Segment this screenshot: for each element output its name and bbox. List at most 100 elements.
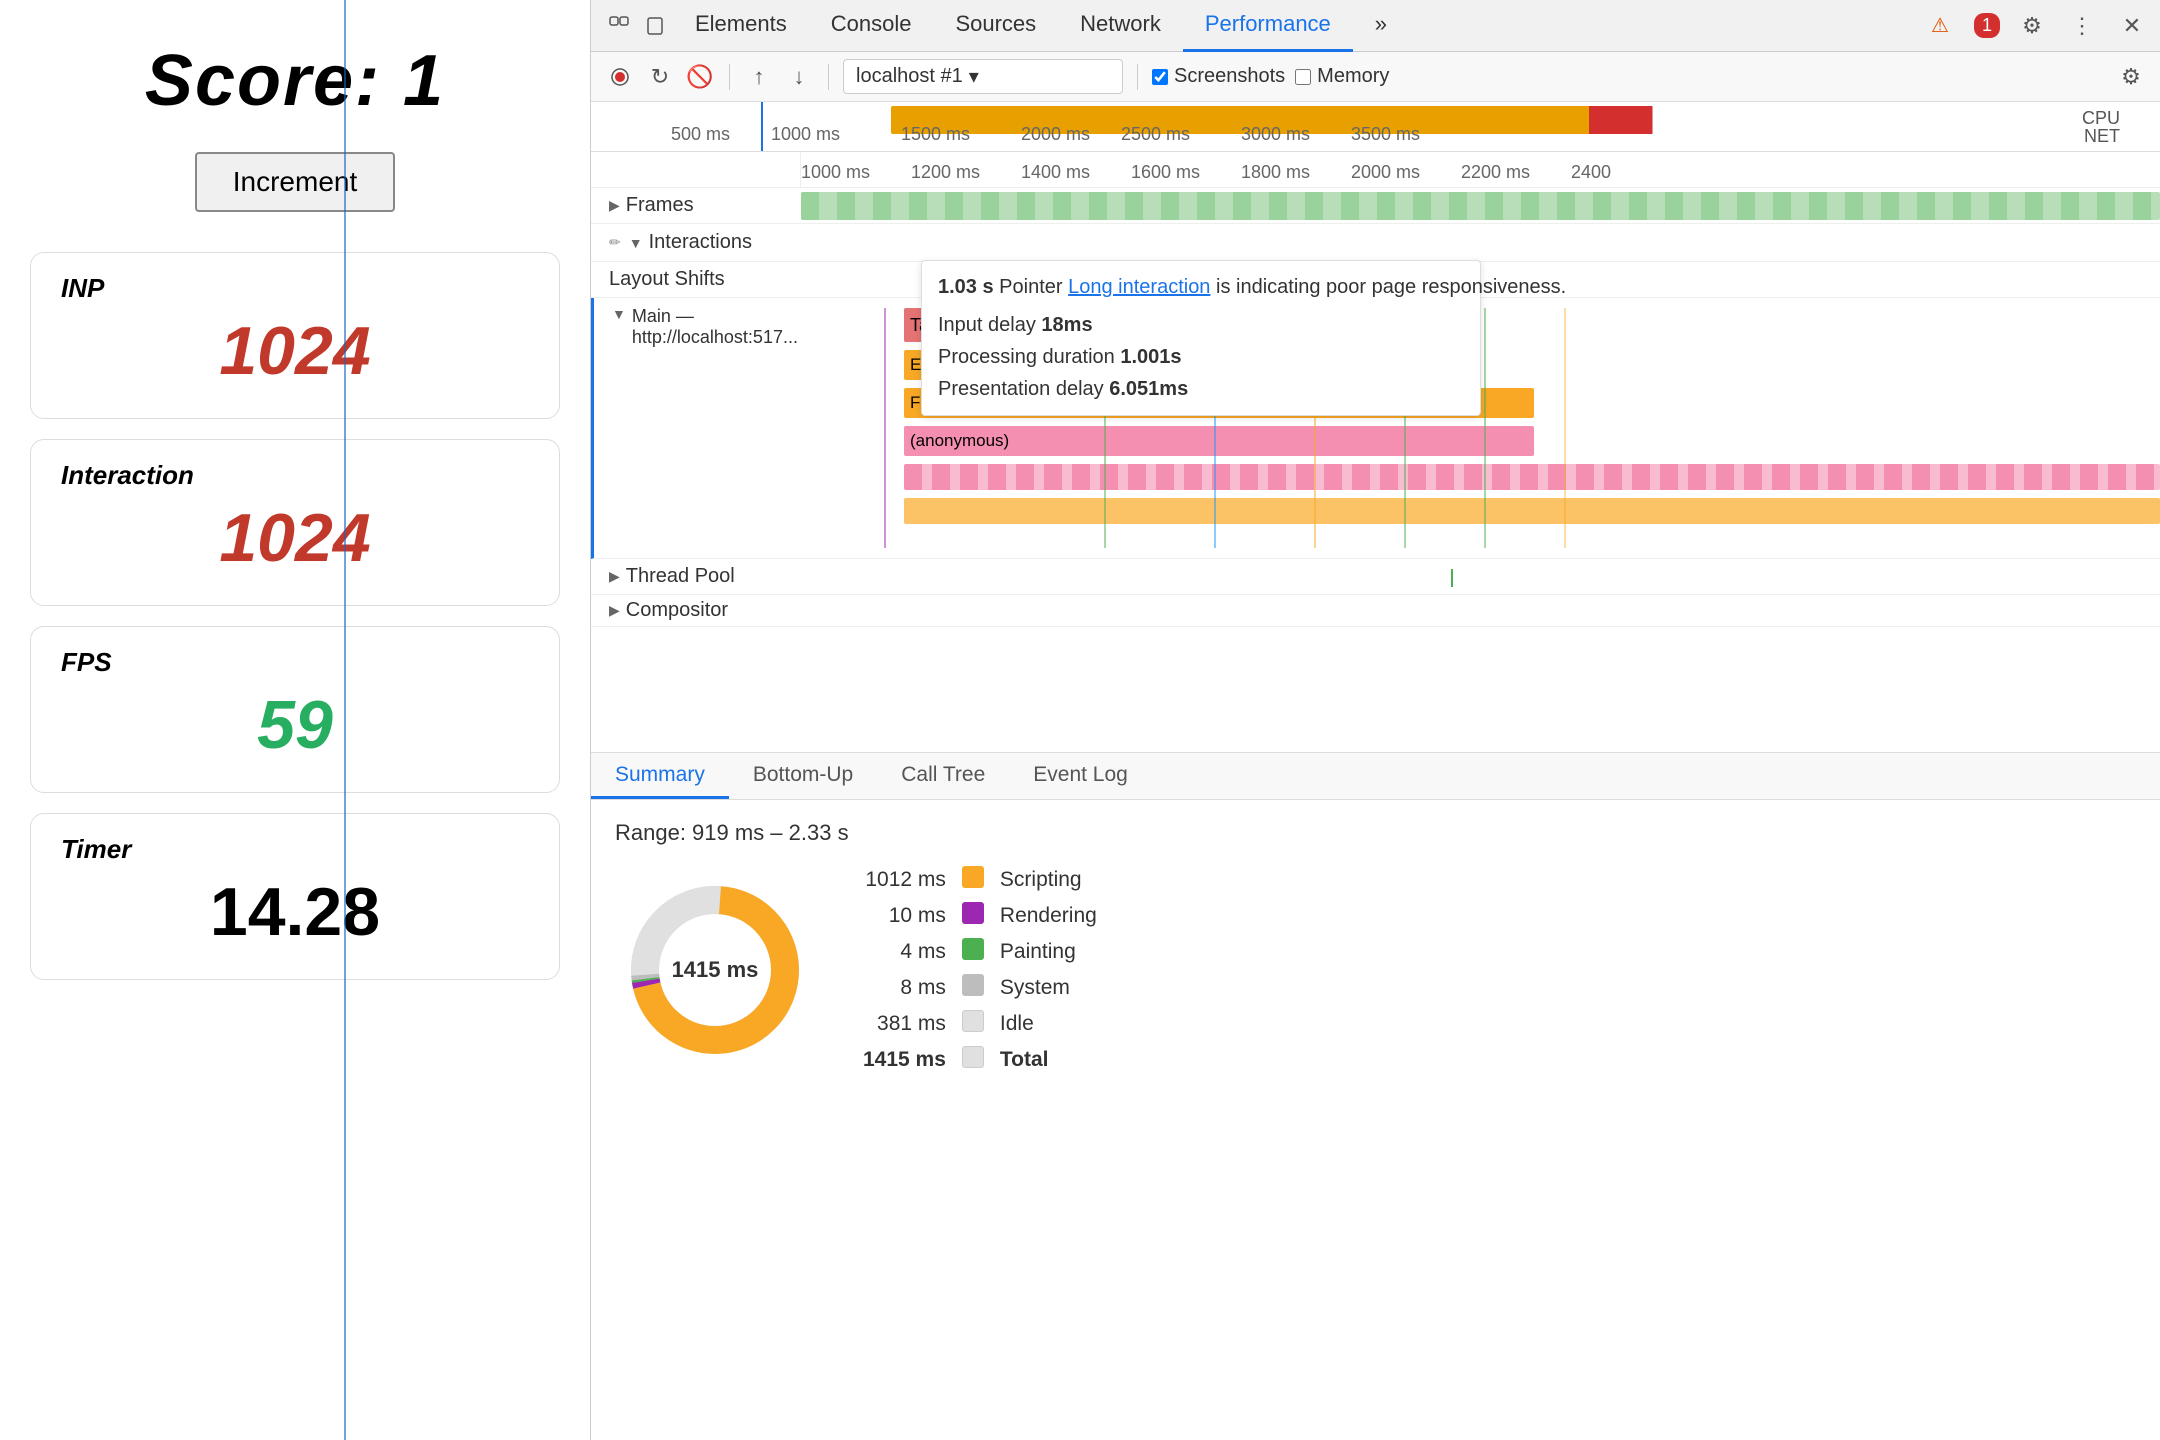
idle-label: Idle — [992, 1006, 1105, 1042]
tab-call-tree[interactable]: Call Tree — [877, 753, 1009, 799]
v-line-purple — [884, 308, 886, 548]
interactions-label: ✏ ▼ Interactions — [591, 231, 801, 254]
tooltip-presentation: Presentation delay 6.051ms — [938, 373, 1464, 405]
legend-row-system: 8 ms System — [855, 970, 1105, 1006]
screenshots-checkbox[interactable] — [1152, 69, 1168, 85]
tab-bottom-up[interactable]: Bottom-Up — [729, 753, 877, 799]
compositor-label: ▶ Compositor — [591, 595, 801, 626]
main-text: Main — http://localhost:517... — [632, 306, 804, 348]
tab-console[interactable]: Console — [809, 0, 934, 52]
perf-toolbar: ↻ 🚫 ↑ ↓ localhost #1 ▾ Screenshots Memor… — [591, 52, 2160, 102]
tab-summary[interactable]: Summary — [591, 753, 729, 799]
scripting-ms: 1012 ms — [855, 862, 954, 898]
summary-content: 1415 ms 1012 ms Scripting 10 ms Renderin… — [615, 862, 2136, 1078]
label-spacer — [591, 152, 801, 187]
r-1800: 1800 ms — [1241, 162, 1310, 183]
painting-color — [962, 938, 984, 960]
system-ms: 8 ms — [855, 970, 954, 1006]
interaction-label: Interaction — [61, 460, 529, 491]
memory-label: Memory — [1317, 65, 1389, 88]
thread-pool-content — [801, 559, 2160, 594]
increment-button[interactable]: Increment — [195, 152, 396, 212]
tooltip-time: 1.03 s — [938, 276, 994, 298]
url-bar[interactable]: localhost #1 ▾ — [843, 59, 1123, 94]
tab-event-log[interactable]: Event Log — [1009, 753, 1152, 799]
refresh-icon[interactable]: ↻ — [645, 62, 675, 92]
close-icon[interactable]: ✕ — [2114, 8, 2150, 44]
summary-range: Range: 919 ms – 2.33 s — [615, 820, 2136, 846]
painting-label: Painting — [992, 934, 1105, 970]
thread-pool-label: ▶ Thread Pool — [591, 559, 801, 594]
fps-value: 59 — [61, 686, 529, 764]
main-arrow[interactable]: ▼ — [612, 306, 626, 322]
fps-label: FPS — [61, 647, 529, 678]
yellow-bar — [904, 498, 2160, 524]
compositor-content — [801, 595, 2160, 626]
frames-arrow[interactable]: ▶ — [609, 197, 620, 214]
memory-checkbox[interactable] — [1295, 69, 1311, 85]
r-1000: 1000 ms — [801, 162, 870, 183]
r-2000: 2000 ms — [1351, 162, 1420, 183]
inp-card: INP 1024 — [30, 252, 560, 419]
settings-icon[interactable]: ⚙ — [2014, 8, 2050, 44]
capture-settings-icon[interactable]: ⚙ — [2116, 62, 2146, 92]
r-2400: 2400 — [1571, 162, 1611, 183]
frames-label: ▶ Frames — [591, 188, 801, 223]
legend-row-total: 1415 ms Total — [855, 1042, 1105, 1078]
rendering-ms: 10 ms — [855, 898, 954, 934]
tooltip-type: Pointer — [999, 276, 1062, 298]
inp-value: 1024 — [61, 312, 529, 390]
tooltip-msg: is indicating poor page responsiveness. — [1216, 276, 1566, 298]
url-dropdown-icon[interactable]: ▾ — [969, 64, 979, 89]
thread-pool-track: ▶ Thread Pool — [591, 559, 2160, 595]
separator-1 — [729, 64, 730, 90]
legend-row-idle: 381 ms Idle — [855, 1006, 1105, 1042]
legend-row-rendering: 10 ms Rendering — [855, 898, 1105, 934]
device-icon[interactable] — [637, 8, 673, 44]
ruler-1500ms: 1500 ms — [901, 124, 970, 145]
tab-elements[interactable]: Elements — [673, 0, 809, 52]
interactions-arrow[interactable]: ▼ — [629, 235, 643, 251]
anonymous-bar[interactable]: (anonymous) — [904, 426, 1534, 456]
thread-pool-arrow[interactable]: ▶ — [609, 568, 620, 585]
separator-3 — [1137, 64, 1138, 90]
cursor-icon[interactable] — [601, 8, 637, 44]
tab-network[interactable]: Network — [1058, 0, 1183, 52]
tooltip-link[interactable]: Long interaction — [1068, 276, 1210, 298]
legend-row-scripting: 1012 ms Scripting — [855, 862, 1105, 898]
donut-chart: 1415 ms — [615, 870, 815, 1070]
tooltip-processing: Processing duration 1.001s — [938, 341, 1464, 373]
total-ms: 1415 ms — [855, 1042, 954, 1078]
devtools-tab-bar: Elements Console Sources Network Perform… — [591, 0, 2160, 52]
system-color — [962, 974, 984, 996]
scripting-label: Scripting — [992, 862, 1105, 898]
interaction-tooltip: 1.03 s Pointer Long interaction is indic… — [921, 260, 1481, 416]
compositor-track: ▶ Compositor — [591, 595, 2160, 627]
tab-more[interactable]: » — [1353, 0, 1409, 52]
ruler-3500ms: 3500 ms — [1351, 124, 1420, 145]
input-delay-label: Input delay — [938, 314, 1036, 336]
frames-bar — [801, 192, 2160, 220]
more-icon[interactable]: ⋮ — [2064, 8, 2100, 44]
v-line-yellow2 — [1564, 308, 1566, 548]
upload-icon[interactable]: ↑ — [744, 62, 774, 92]
tab-performance[interactable]: Performance — [1183, 0, 1353, 52]
record-icon[interactable] — [605, 62, 635, 92]
secondary-ruler: 1000 ms 1200 ms 1400 ms 1600 ms 1800 ms … — [591, 152, 2160, 188]
bottom-tab-bar: Summary Bottom-Up Call Tree Event Log — [591, 752, 2160, 800]
separator-2 — [828, 64, 829, 90]
compositor-arrow[interactable]: ▶ — [609, 602, 620, 619]
score-title: Score: 1 — [145, 40, 445, 122]
url-text: localhost #1 — [856, 65, 963, 88]
inp-label: INP — [61, 273, 529, 304]
clear-icon[interactable]: 🚫 — [685, 62, 715, 92]
ruler-2500ms: 2500 ms — [1121, 124, 1190, 145]
tab-sources[interactable]: Sources — [933, 0, 1058, 52]
ruler-2000ms: 2000 ms — [1021, 124, 1090, 145]
legend-table: 1012 ms Scripting 10 ms Rendering 4 ms P… — [855, 862, 1105, 1078]
timer-label: Timer — [61, 834, 529, 865]
screenshots-checkbox-row: Screenshots — [1152, 65, 1285, 88]
rendering-label: Rendering — [992, 898, 1105, 934]
download-icon[interactable]: ↓ — [784, 62, 814, 92]
warning-icon[interactable]: ⚠ — [1922, 8, 1958, 44]
